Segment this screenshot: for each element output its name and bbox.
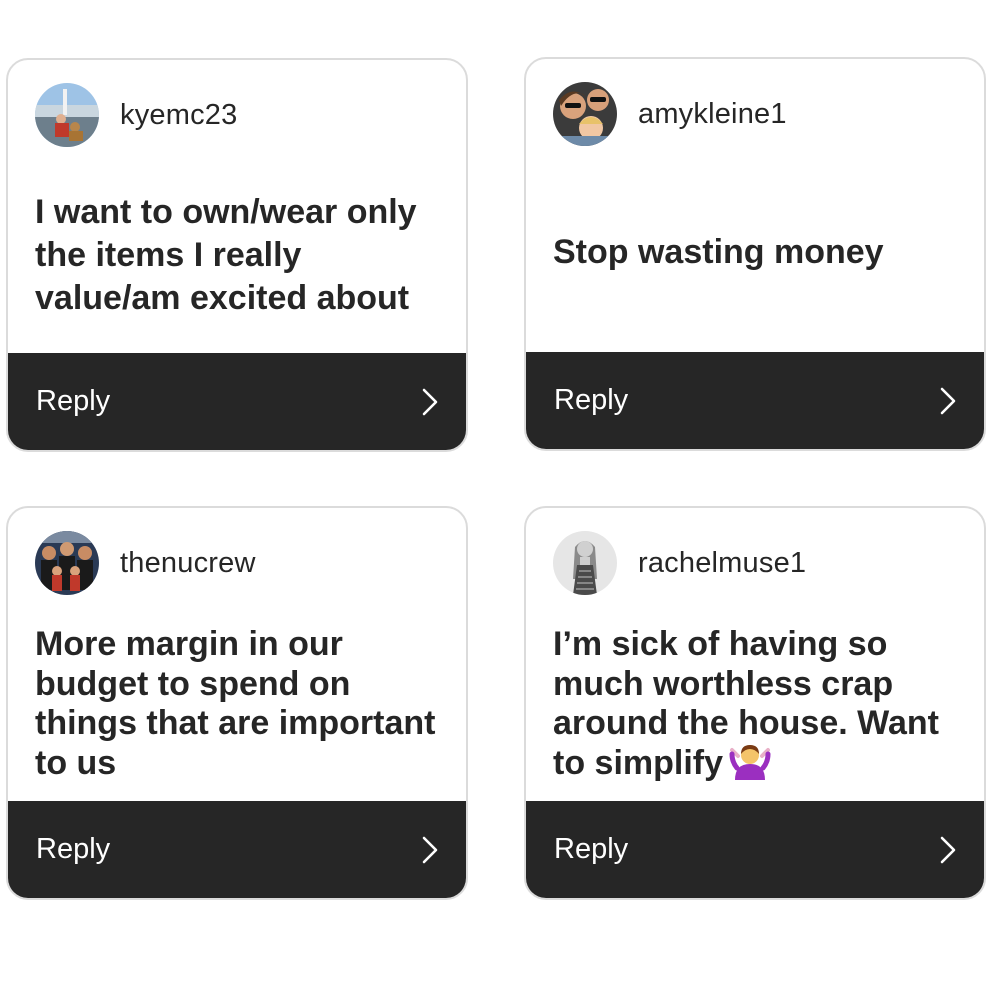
- card-header: rachelmuse1: [553, 530, 806, 596]
- person-shrugging-emoji-icon: [729, 744, 771, 790]
- username[interactable]: thenucrew: [120, 547, 256, 580]
- chevron-right-icon: [422, 388, 438, 416]
- reply-button[interactable]: Reply: [8, 801, 466, 898]
- response-card: thenucrew More margin in our budget to s…: [6, 506, 468, 900]
- chevron-right-icon: [940, 836, 956, 864]
- response-card: amykleine1 Stop wasting money Reply: [524, 57, 986, 451]
- response-message: I’m sick of having so much worthless cra…: [553, 625, 960, 789]
- reply-label: Reply: [36, 833, 111, 865]
- reply-label: Reply: [36, 385, 111, 417]
- avatar[interactable]: [553, 531, 617, 595]
- reply-button[interactable]: Reply: [8, 353, 466, 450]
- chevron-right-icon: [940, 387, 956, 415]
- reply-label: Reply: [554, 384, 629, 416]
- avatar[interactable]: [553, 82, 617, 146]
- username[interactable]: kyemc23: [120, 99, 237, 132]
- username[interactable]: rachelmuse1: [638, 547, 806, 580]
- card-header: thenucrew: [35, 530, 256, 596]
- avatar[interactable]: [35, 83, 99, 147]
- reply-button[interactable]: Reply: [526, 801, 984, 898]
- response-message: I want to own/wear only the items I real…: [35, 193, 417, 317]
- reply-label: Reply: [554, 833, 629, 865]
- response-message: More margin in our budget to spend on th…: [35, 625, 436, 782]
- card-header: amykleine1: [553, 81, 787, 147]
- response-card: kyemc23 I want to own/wear only the item…: [6, 58, 468, 452]
- reply-button[interactable]: Reply: [526, 352, 984, 449]
- response-card: rachelmuse1 I’m sick of having so much w…: [524, 506, 986, 900]
- chevron-right-icon: [422, 836, 438, 864]
- response-message: Stop wasting money: [553, 233, 884, 271]
- avatar[interactable]: [35, 531, 99, 595]
- card-header: kyemc23: [35, 82, 237, 148]
- username[interactable]: amykleine1: [638, 98, 787, 131]
